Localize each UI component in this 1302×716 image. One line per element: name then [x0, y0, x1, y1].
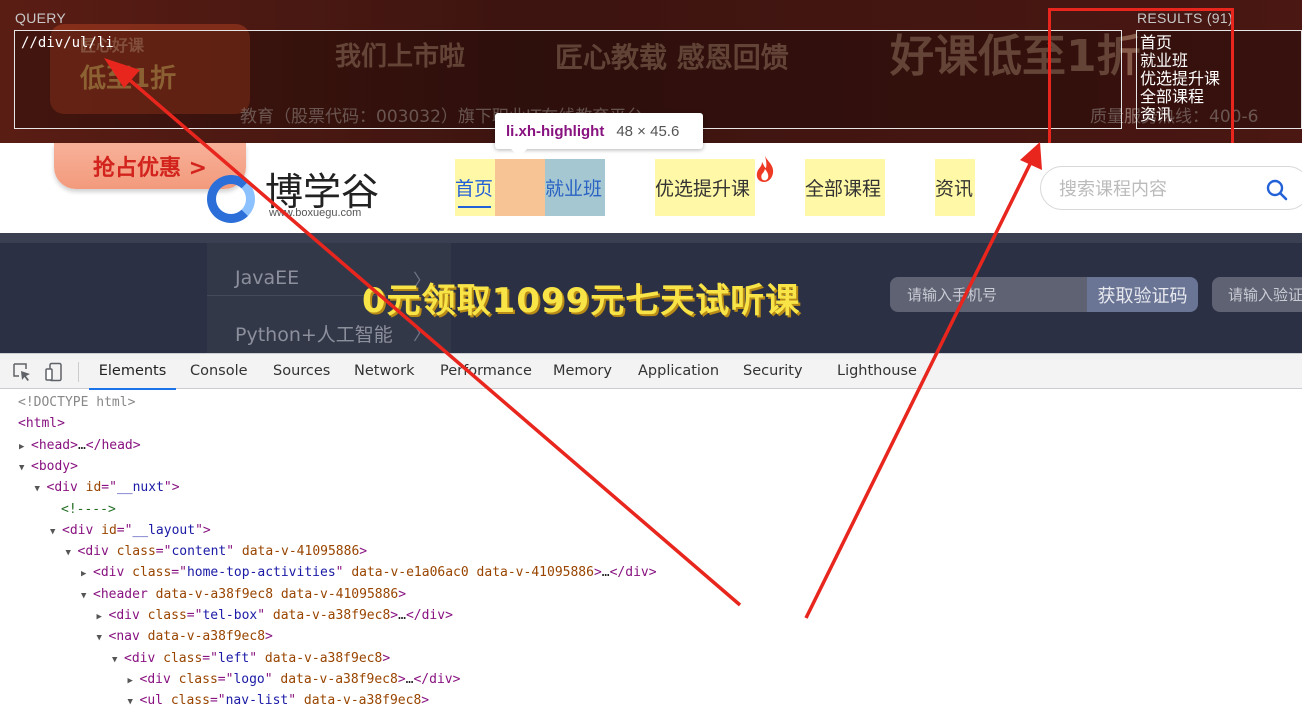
dom-node-markup: <head>…</head>: [31, 437, 141, 453]
inspect-element-icon[interactable]: [12, 362, 32, 382]
dom-node-markup: <!---->: [61, 501, 116, 517]
tooltip-size: 48 × 45.6: [616, 122, 680, 140]
tab-console[interactable]: Console: [190, 354, 248, 389]
site-header: 抢占优惠 > 博学谷 www.boxuegu.com 首页 就业班 优选提升课 …: [0, 143, 1302, 233]
collapse-triangle-icon[interactable]: ▼: [19, 458, 31, 479]
nav-item-news[interactable]: 资讯: [935, 159, 975, 216]
tab-network[interactable]: Network: [354, 354, 415, 389]
dom-node-markup: <div class="left" data-v-a38f9ec8>: [124, 650, 391, 666]
dom-node-line[interactable]: ▼ <div class="left" data-v-a38f9ec8>: [112, 648, 390, 669]
expand-triangle-icon[interactable]: ▶: [97, 607, 109, 628]
dom-node-markup: <header data-v-a38f9ec8 data-v-41095886>: [93, 586, 407, 602]
trial-promo-band: JavaEE 〉 Python+人工智能 〉 0元领取1099元七天试听课 请输…: [0, 233, 1302, 353]
get-code-button[interactable]: 获取验证码: [1087, 277, 1198, 312]
expand-triangle-icon[interactable]: ▶: [19, 437, 31, 458]
dom-node-line[interactable]: ▶ <div class="home-top-activities" data-v…: [81, 562, 657, 583]
chevron-right-icon: 〉: [413, 324, 431, 344]
results-annotation-box: [1048, 8, 1234, 160]
expand-triangle-icon[interactable]: ▶: [81, 564, 93, 585]
device-toolbar-icon[interactable]: [44, 362, 64, 382]
tooltip-selector: li.xh-highlight: [506, 122, 605, 140]
dom-node-line[interactable]: ▼ <div id="__nuxt">: [35, 477, 180, 498]
trial-headline: 0元领取1099元七天试听课: [362, 281, 801, 321]
highlight-margin: [495, 159, 545, 216]
dom-node-markup: <div id="__layout">: [62, 522, 211, 538]
tab-memory[interactable]: Memory: [553, 354, 612, 389]
dom-node-markup: <html>: [18, 416, 65, 432]
dom-node-markup: <div class="tel-box" data-v-a38f9ec8>…</…: [108, 608, 453, 623]
dom-node-line[interactable]: ▼ <header data-v-a38f9ec8 data-v-41095886…: [81, 584, 406, 605]
logo-url: www.boxuegu.com: [269, 207, 362, 219]
collapse-triangle-icon[interactable]: ▼: [50, 522, 62, 543]
expand-triangle-icon[interactable]: ▶: [128, 671, 140, 692]
dom-node-line[interactable]: ▼ <ul class="nav-list" data-v-a38f9ec8>: [128, 690, 430, 711]
dom-node-line[interactable]: ▼ <body>: [19, 456, 78, 477]
dom-node-line[interactable]: ▶ <head>…</head>: [19, 435, 141, 456]
tab-application[interactable]: Application: [638, 354, 719, 389]
code-input[interactable]: 请输入验证码: [1212, 277, 1302, 312]
nav-item-home[interactable]: 首页: [455, 159, 495, 216]
dom-node-line[interactable]: ▼ <div id="__layout">: [50, 520, 211, 541]
tooltip-arrow: [510, 148, 528, 157]
collapse-triangle-icon[interactable]: ▼: [97, 628, 109, 649]
collapse-triangle-icon[interactable]: ▼: [112, 650, 124, 671]
tab-security[interactable]: Security: [743, 354, 803, 389]
dom-node-line[interactable]: ▼ <nav data-v-a38f9ec8>: [97, 626, 273, 647]
search-input[interactable]: 搜索课程内容: [1040, 166, 1302, 210]
dom-node-markup: <div class="content" data-v-41095886>: [77, 544, 368, 560]
collapse-triangle-icon[interactable]: ▼: [66, 543, 78, 564]
dom-node-line[interactable]: ▶ <div class="logo" data-v-a38f9ec8>…</di…: [128, 669, 461, 690]
logo-ring-icon: [207, 175, 255, 223]
dom-node-markup: <ul class="nav-list" data-v-a38f9ec8>: [139, 693, 430, 709]
nav-item-premium[interactable]: 优选提升课: [655, 159, 755, 216]
logo[interactable]: 博学谷 www.boxuegu.com: [207, 161, 387, 223]
dom-node-markup: <nav data-v-a38f9ec8>: [108, 629, 273, 645]
fire-icon: [756, 156, 774, 182]
collapse-triangle-icon[interactable]: ▼: [35, 479, 47, 500]
dom-node-line[interactable]: ▶ <div class="tel-box" data-v-a38f9ec8>…<…: [97, 605, 453, 626]
band-divider: [0, 233, 1302, 243]
nav-item-all-courses[interactable]: 全部课程: [805, 159, 885, 216]
dom-node-line[interactable]: <!---->: [61, 499, 116, 520]
query-label: QUERY: [15, 10, 67, 26]
dom-tree[interactable]: <!DOCTYPE html> <html> ▶ <head>…</head> ▼ <bo…: [0, 392, 1302, 716]
toolbar-divider: [78, 362, 79, 382]
nav-item-employment[interactable]: 就业班: [545, 159, 605, 216]
dom-node-markup: <body>: [31, 458, 78, 474]
devtools-tabbar: Elements Console Sources Network Perform…: [0, 354, 1302, 390]
dom-node-line[interactable]: <!DOCTYPE html>: [18, 392, 135, 413]
tab-lighthouse[interactable]: Lighthouse: [837, 354, 917, 389]
category-item-javaee[interactable]: JavaEE: [235, 267, 299, 289]
search-icon[interactable]: [1266, 179, 1288, 201]
dom-node-markup: <div id="__nuxt">: [46, 480, 180, 496]
element-inspect-tooltip: li.xh-highlight 48 × 45.6: [495, 113, 703, 149]
dom-node-markup: <div class="home-top-activities" data-v-…: [93, 565, 657, 581]
dom-node-line[interactable]: <html>: [18, 413, 65, 434]
dom-node-markup: <!DOCTYPE html>: [18, 395, 136, 410]
tab-performance[interactable]: Performance: [440, 354, 532, 389]
dom-node-markup: <div class="logo" data-v-a38f9ec8>…</div…: [139, 671, 461, 687]
dom-node-line[interactable]: ▼ <div class="content" data-v-41095886>: [66, 541, 368, 562]
devtools-panel: Elements Console Sources Network Perform…: [0, 353, 1302, 715]
collapse-triangle-icon[interactable]: ▼: [128, 692, 140, 713]
tab-elements[interactable]: Elements: [89, 354, 176, 390]
collapse-triangle-icon[interactable]: ▼: [81, 586, 93, 607]
phone-input[interactable]: 请输入手机号: [890, 277, 1090, 312]
tab-sources[interactable]: Sources: [273, 354, 330, 389]
category-item-python-ai[interactable]: Python+人工智能: [235, 320, 393, 347]
